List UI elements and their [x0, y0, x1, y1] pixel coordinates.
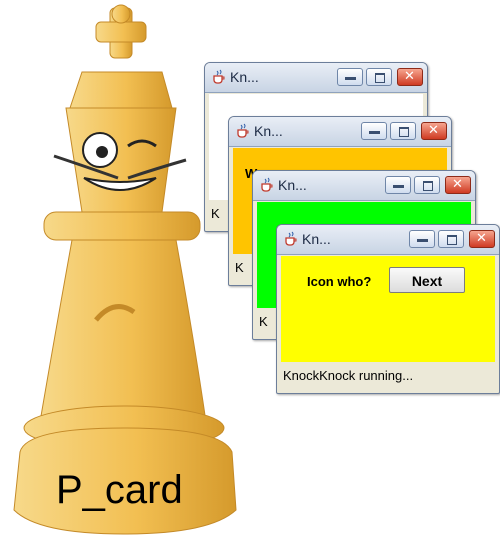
close-button[interactable]: ✕ — [421, 122, 447, 140]
maximize-icon — [423, 181, 433, 191]
close-icon: ✕ — [476, 231, 487, 246]
close-button[interactable]: ✕ — [445, 176, 471, 194]
minimize-button[interactable] — [385, 176, 411, 194]
title-bar[interactable]: Kn... ✕ — [277, 225, 499, 255]
java-cup-icon — [261, 177, 273, 192]
close-button[interactable]: ✕ — [397, 68, 423, 86]
java-cup-icon — [213, 69, 225, 84]
king-collar — [43, 211, 201, 241]
close-icon: ✕ — [404, 69, 415, 84]
maximize-icon — [375, 73, 385, 83]
king-cross — [95, 4, 147, 59]
maximize-button[interactable] — [366, 68, 392, 86]
title-bar[interactable]: Kn... ✕ — [229, 117, 451, 147]
content-panel: Icon who? Next — [281, 256, 495, 362]
prompt-label: Icon who? — [307, 274, 372, 289]
minimize-button[interactable] — [361, 122, 387, 140]
window-title: Kn... — [302, 231, 331, 247]
title-bar[interactable]: Kn... ✕ — [253, 171, 475, 201]
close-icon: ✕ — [452, 177, 463, 192]
knock-window-4[interactable]: Kn... ✕ Icon who? Next KnockKnock runnin… — [276, 224, 500, 394]
status-bar: KnockKnock running... — [283, 368, 414, 383]
caption-label: P_card — [56, 468, 183, 512]
java-cup-icon — [237, 123, 249, 138]
close-button[interactable]: ✕ — [469, 230, 495, 248]
java-cup-icon — [285, 231, 297, 246]
window-title: Kn... — [278, 177, 307, 193]
title-bar[interactable]: Kn... ✕ — [205, 63, 427, 93]
king-head — [65, 107, 177, 213]
minimize-icon — [393, 185, 404, 188]
king-body — [39, 239, 207, 423]
minimize-button[interactable] — [409, 230, 435, 248]
maximize-button[interactable] — [414, 176, 440, 194]
minimize-button[interactable] — [337, 68, 363, 86]
maximize-button[interactable] — [438, 230, 464, 248]
maximize-button[interactable] — [390, 122, 416, 140]
minimize-icon — [369, 131, 380, 134]
window-title: Kn... — [254, 123, 283, 139]
king-crown — [69, 71, 173, 109]
close-icon: ✕ — [428, 123, 439, 138]
maximize-icon — [447, 235, 457, 245]
next-button[interactable]: Next — [389, 267, 465, 293]
minimize-icon — [417, 239, 428, 242]
maximize-icon — [399, 127, 409, 137]
window-title: Kn... — [230, 69, 259, 85]
minimize-icon — [345, 77, 356, 80]
